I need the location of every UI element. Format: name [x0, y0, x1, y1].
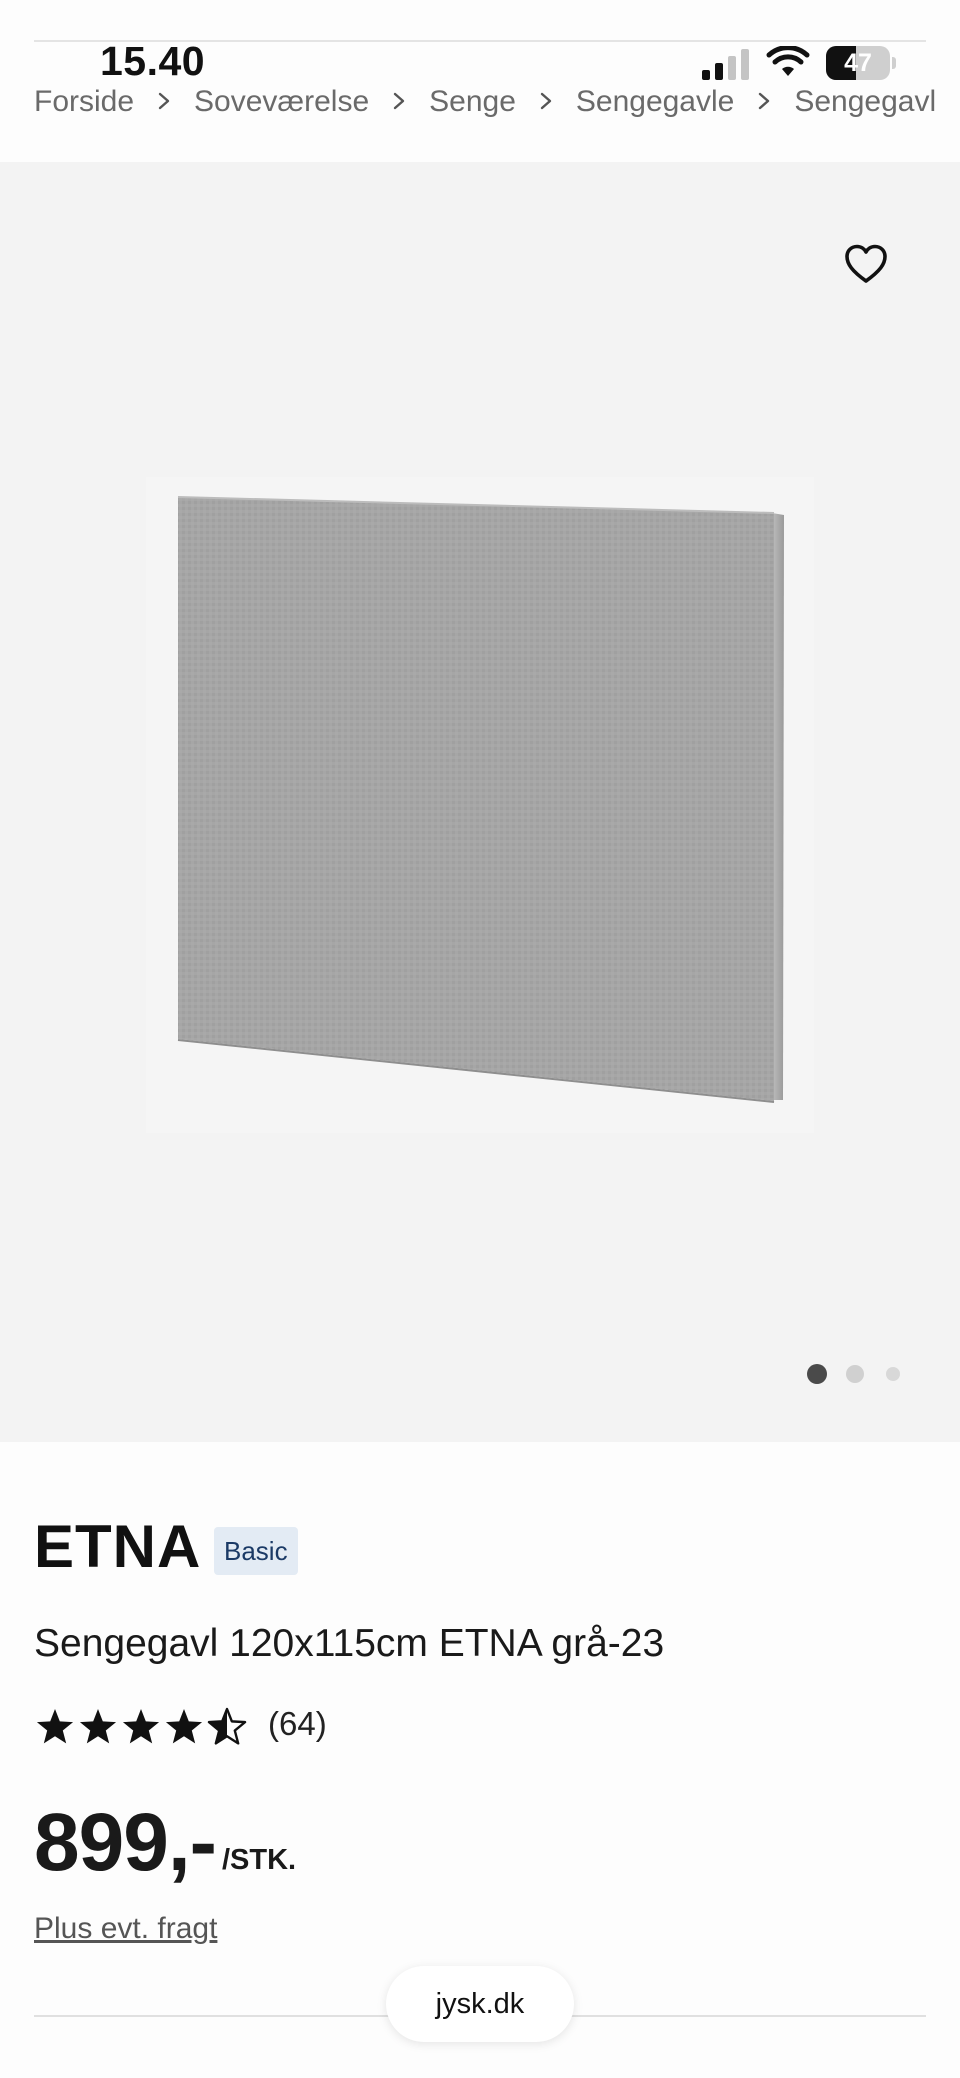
- browser-url-pill[interactable]: jysk.dk: [386, 1966, 574, 2042]
- star-icon: [36, 1709, 74, 1744]
- chevron-right-icon: [734, 85, 794, 119]
- cellular-signal-icon: [702, 49, 749, 80]
- breadcrumb-item-forside[interactable]: Forside: [34, 85, 134, 119]
- product-rating[interactable]: (64): [34, 1702, 434, 1752]
- star-icon: [207, 1707, 247, 1745]
- assortment-badge: Basic: [214, 1527, 298, 1575]
- battery-percentage: 47: [844, 49, 872, 77]
- breadcrumb-item-senge[interactable]: Senge: [429, 85, 516, 119]
- product-image-headboard: [146, 477, 814, 1133]
- carousel-dot-3[interactable]: [886, 1367, 900, 1381]
- breadcrumb-item-sovevaerelse[interactable]: Soveværelse: [194, 85, 369, 119]
- carousel-dot-1[interactable]: [807, 1364, 827, 1384]
- star-icon: [79, 1709, 117, 1744]
- heart-outline-icon: [845, 244, 887, 283]
- review-count[interactable]: (64): [268, 1705, 327, 1743]
- product-gallery[interactable]: [0, 162, 960, 1442]
- breadcrumb-item-sengegavl[interactable]: Sengegavl: [794, 85, 936, 119]
- product-name: Sengegavl 120x115cm ETNA grå-23: [34, 1622, 665, 1665]
- status-bar: 15.40 47: [0, 0, 960, 90]
- product-brand: ETNA: [34, 1513, 202, 1580]
- star-icon: [122, 1709, 160, 1744]
- breadcrumb: Forside Soveværelse Senge Sengegavle Sengega…: [34, 84, 960, 134]
- carousel-indicator: [800, 1362, 920, 1386]
- price-unit: /STK.: [222, 1844, 297, 1876]
- battery-indicator: 47: [826, 46, 896, 80]
- status-time: 15.40: [100, 38, 206, 84]
- chevron-right-icon: [516, 85, 576, 119]
- star-icon: [165, 1709, 203, 1744]
- carousel-dot-2[interactable]: [846, 1365, 864, 1383]
- favorite-button[interactable]: [836, 234, 896, 294]
- breadcrumb-item-sengegavle[interactable]: Sengegavle: [576, 85, 734, 119]
- product-price: 899,-: [34, 1797, 217, 1888]
- chevron-right-icon: [369, 85, 429, 119]
- shipping-info-link[interactable]: Plus evt. fragt: [34, 1912, 217, 1946]
- rating-stars: [36, 1707, 247, 1745]
- chevron-right-icon: [134, 85, 194, 119]
- battery-tip: [892, 57, 896, 69]
- battery-body: 47: [826, 46, 890, 80]
- wifi-icon: [766, 46, 810, 76]
